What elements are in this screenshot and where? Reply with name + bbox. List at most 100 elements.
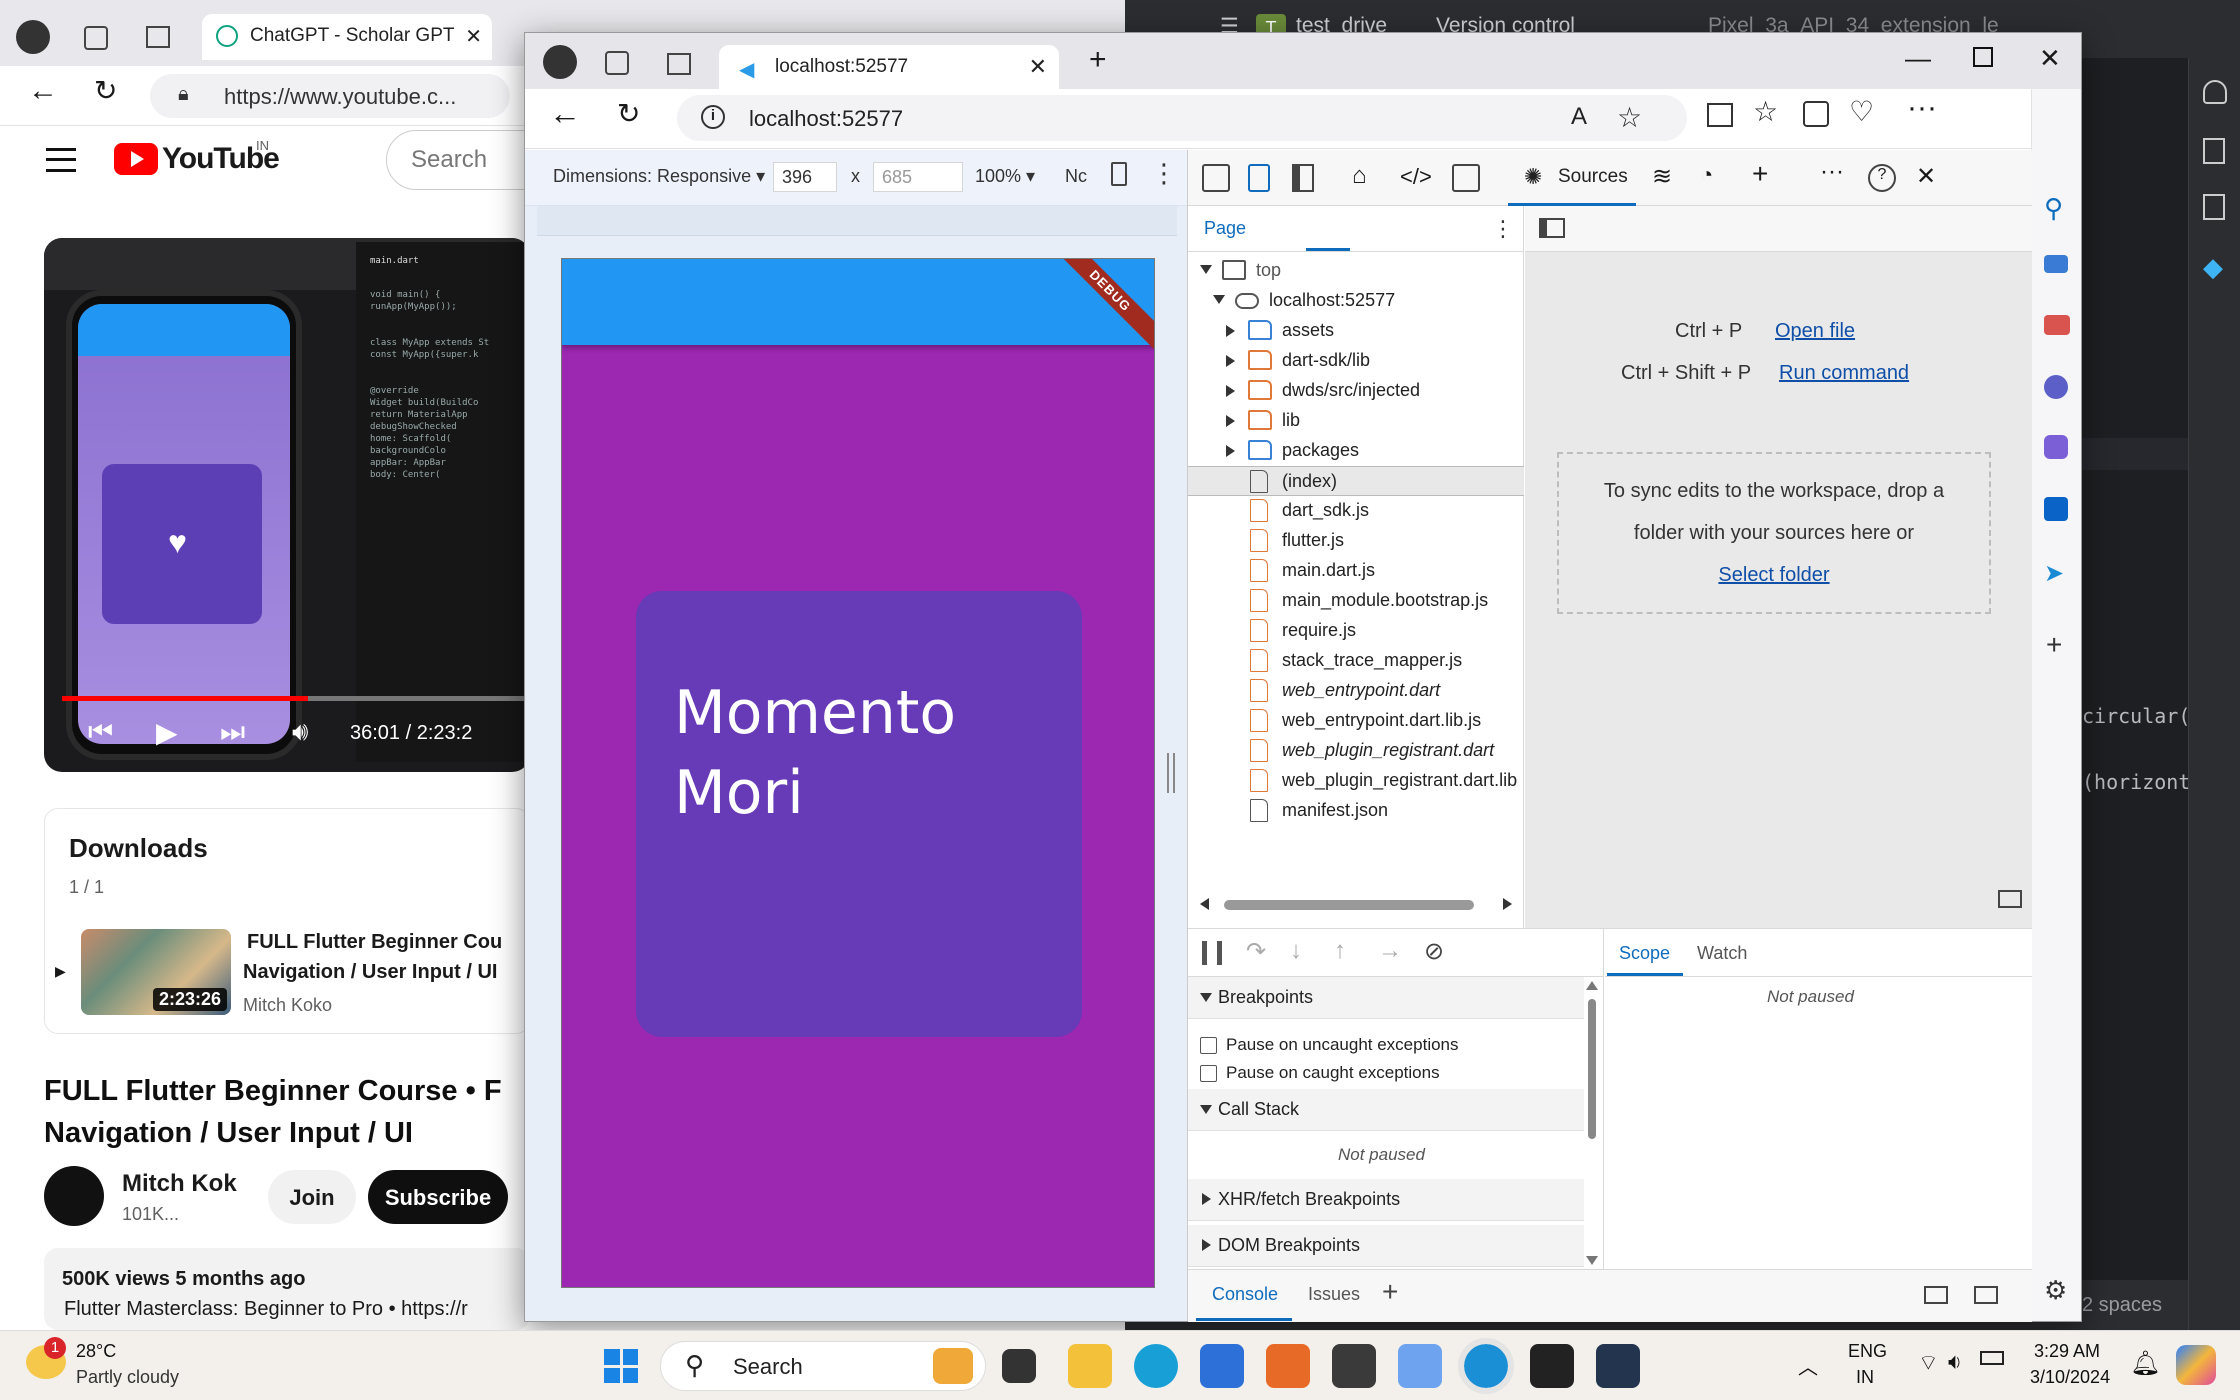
open-file-link[interactable]: Open file <box>1775 320 1855 343</box>
select-folder-link[interactable]: Select folder <box>1559 554 1989 596</box>
join-button[interactable]: Join <box>268 1170 356 1224</box>
zoom-dropdown[interactable]: 100% ▾ <box>975 166 1035 187</box>
volume-icon[interactable]: 🔊︎ <box>292 716 308 748</box>
video-player[interactable]: ♥ main.dart void main() { runApp(MyApp()… <box>44 238 530 772</box>
outlook-icon[interactable] <box>2044 497 2068 521</box>
battery-icon[interactable] <box>1980 1351 2004 1365</box>
flutter-icon[interactable]: ◆ <box>2203 252 2223 283</box>
clock-date[interactable]: 3/10/2024 <box>2030 1367 2110 1388</box>
video-description[interactable]: 500K views 5 months ago Flutter Mastercl… <box>44 1248 530 1330</box>
dimensions-dropdown[interactable]: Dimensions: Responsive ▾ <box>553 166 765 187</box>
search-icon[interactable]: ⚲ <box>2044 193 2063 224</box>
file-explorer-icon[interactable] <box>1068 1344 1112 1388</box>
tab-actions-icon[interactable] <box>667 53 691 75</box>
games-icon[interactable] <box>2044 375 2068 399</box>
device-emulation-icon[interactable] <box>1248 164 1270 192</box>
tray-chevron-icon[interactable]: ︿ <box>1798 1351 1818 1380</box>
favorite-star-icon[interactable]: ☆ <box>1617 101 1642 134</box>
file-tree-item[interactable]: stack_trace_mapper.js <box>1188 646 1524 676</box>
workspace-dropzone[interactable]: To sync edits to the workspace, drop a f… <box>1557 452 1991 614</box>
clipboard-icon[interactable] <box>2203 194 2225 220</box>
workspaces-icon[interactable] <box>605 51 629 75</box>
step-over-icon[interactable]: ↷ <box>1246 937 1266 966</box>
dom-breakpoints-header[interactable]: DOM Breakpoints <box>1188 1225 1584 1267</box>
toggle-navigator-icon[interactable] <box>1539 218 1565 238</box>
file-tree-item[interactable]: web_plugin_registrant.dart <box>1188 736 1524 766</box>
workspaces-icon[interactable] <box>84 26 108 50</box>
navigator-scrollbar[interactable] <box>1200 898 1512 912</box>
refresh-icon[interactable]: ↻ <box>94 74 117 107</box>
android-studio-icon[interactable] <box>1398 1344 1442 1388</box>
edge-tab-localhost[interactable]: ◀ localhost:52577 ✕ <box>719 45 1059 89</box>
minimize-icon[interactable]: — <box>1905 43 1931 74</box>
more-options-icon[interactable]: ⋮ <box>1151 158 1177 189</box>
channel-name[interactable]: Mitch Kok <box>122 1170 237 1198</box>
weather-desc[interactable]: Partly cloudy <box>76 1367 179 1388</box>
info-icon[interactable]: i <box>701 105 725 129</box>
more-menu-icon[interactable]: ··· <box>1907 91 1937 125</box>
deactivate-breakpoints-icon[interactable]: ⊘ <box>1424 937 1444 966</box>
next-icon[interactable]: ⏭ <box>220 716 245 749</box>
network-icon[interactable]: ≋ <box>1652 162 1680 190</box>
favorites-icon[interactable]: ☆ <box>1753 95 1778 128</box>
file-tree-item[interactable]: web_entrypoint.dart <box>1188 676 1524 706</box>
maximize-icon[interactable] <box>1973 47 1993 67</box>
xhr-breakpoints-header[interactable]: XHR/fetch Breakpoints <box>1188 1179 1584 1221</box>
collapsed-arrow-icon[interactable] <box>1226 355 1235 367</box>
collapsed-arrow-icon[interactable] <box>1226 415 1235 427</box>
editor-bottom-icon[interactable] <box>1998 890 2022 908</box>
language-line1[interactable]: ENG <box>1848 1341 1887 1362</box>
tab-page[interactable]: Page ⋮ <box>1188 206 1524 252</box>
step-into-icon[interactable]: ↓ <box>1290 937 1302 965</box>
call-stack-header[interactable]: Call Stack <box>1188 1089 1584 1131</box>
youtube-search-input[interactable]: Search <box>386 130 526 190</box>
clock-time[interactable]: 3:29 AM <box>2034 1341 2100 1362</box>
shopping-icon[interactable] <box>2044 255 2068 273</box>
file-tree-item[interactable]: assets <box>1188 316 1524 346</box>
indent-status[interactable]: 2 spaces <box>2082 1294 2162 1317</box>
split-screen-icon[interactable] <box>1707 103 1733 127</box>
height-input[interactable]: 685 <box>873 162 963 192</box>
performance-icon[interactable]: ◔ <box>1700 162 1728 190</box>
help-icon[interactable]: ? <box>1868 164 1896 192</box>
download-title[interactable]: FULL Flutter Beginner Cou <box>247 931 502 954</box>
console-icon[interactable] <box>1452 164 1480 192</box>
read-aloud-icon[interactable]: A <box>1571 103 1587 131</box>
terminal-icon[interactable] <box>1332 1344 1376 1388</box>
tools-icon[interactable] <box>2044 315 2070 335</box>
weather-temp[interactable]: 28°C <box>76 1341 116 1362</box>
bg-address-bar[interactable]: 🔒︎ https://www.youtube.c... <box>150 74 510 118</box>
browser-essentials-icon[interactable]: ♡ <box>1849 95 1874 128</box>
debugger-scrollbar[interactable] <box>1586 981 1598 1265</box>
office-icon[interactable] <box>1266 1344 1310 1388</box>
file-tree-item[interactable]: (index) <box>1188 466 1524 496</box>
edge-icon[interactable] <box>1134 1344 1178 1388</box>
file-tree-item[interactable]: web_plugin_registrant.dart.lib <box>1188 766 1524 796</box>
volume-icon[interactable]: 🔉︎ <box>1948 1349 1962 1375</box>
add-sidebar-app-icon[interactable]: + <box>2046 629 2062 661</box>
new-tab-icon[interactable]: + <box>1089 43 1107 77</box>
tab-actions-icon[interactable] <box>146 26 170 48</box>
navigator-more-icon[interactable]: ⋮ <box>1492 216 1514 242</box>
width-input[interactable]: 396 <box>773 162 837 192</box>
home-icon[interactable]: ⌂ <box>1352 162 1380 190</box>
tab-issues[interactable]: Issues <box>1308 1284 1360 1305</box>
dock-icon[interactable] <box>1292 164 1314 192</box>
close-devtools-icon[interactable]: ✕ <box>1916 162 1944 190</box>
notification-bell-icon[interactable]: 🔔︎ <box>2130 1349 2160 1378</box>
quick-view-icon[interactable] <box>1924 1286 1948 1304</box>
device-manager-icon[interactable] <box>2203 138 2225 164</box>
file-tree-item[interactable]: main.dart.js <box>1188 556 1524 586</box>
expanded-arrow-icon[interactable] <box>1200 265 1212 274</box>
notifications-icon[interactable] <box>2203 80 2227 104</box>
file-tree-item[interactable]: manifest.json <box>1188 796 1524 826</box>
language-line2[interactable]: IN <box>1856 1367 1874 1388</box>
hamburger-icon[interactable] <box>46 148 76 172</box>
more-tools-icon[interactable]: + <box>1752 158 1780 189</box>
pause-caught-checkbox[interactable]: Pause on caught exceptions <box>1200 1063 1440 1083</box>
youtube-logo-icon[interactable] <box>114 143 158 175</box>
address-bar[interactable]: i localhost:52577 A ☆ <box>677 95 1687 141</box>
run-command-link[interactable]: Run command <box>1779 362 1909 385</box>
tab-console[interactable]: Console <box>1212 1284 1278 1305</box>
copilot-taskbar-icon[interactable] <box>2176 1345 2216 1385</box>
